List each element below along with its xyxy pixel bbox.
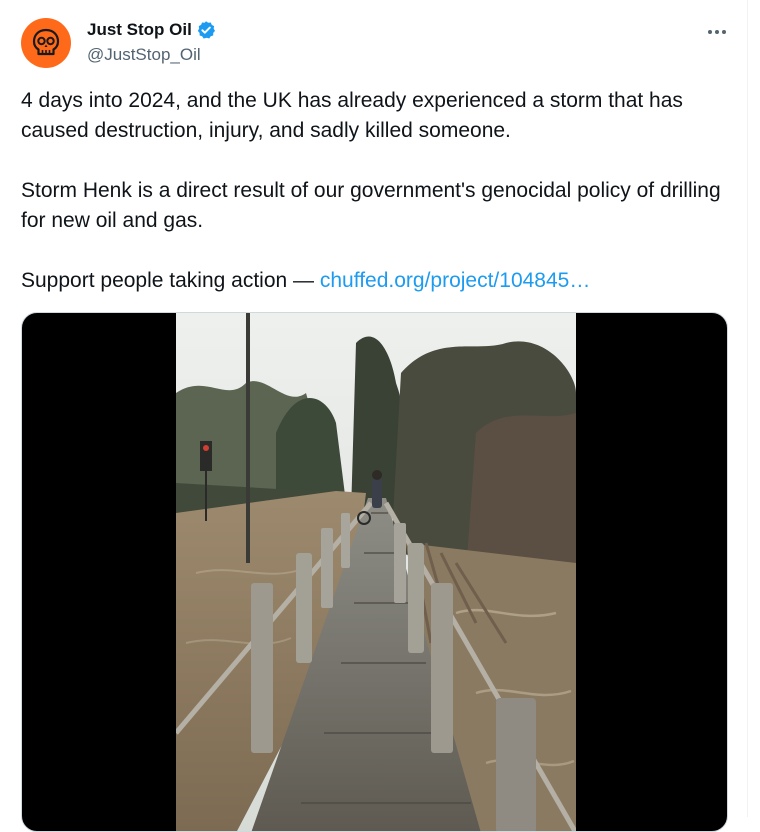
video-player[interactable]	[21, 312, 728, 832]
video-frame[interactable]	[176, 313, 576, 832]
support-text: Support people taking action —	[21, 269, 320, 292]
tweet-paragraph-2: Storm Henk is a direct result of our gov…	[21, 179, 721, 232]
author-handle[interactable]: @JustStop_Oil	[87, 45, 201, 65]
tweet-text: 4 days into 2024, and the UK has already…	[21, 86, 721, 296]
verified-badge-icon	[197, 21, 215, 39]
author-name-row[interactable]: Just Stop Oil	[87, 20, 216, 40]
tweet-card[interactable]: Just Stop Oil @JustStop_Oil 4 days into …	[0, 0, 748, 832]
chuffed-link[interactable]: chuffed.org/project/104845…	[320, 269, 590, 292]
display-name[interactable]: Just Stop Oil	[87, 20, 192, 40]
skull-icon	[32, 28, 60, 56]
avatar[interactable]	[21, 18, 71, 68]
more-options-icon	[708, 30, 726, 34]
tweet-paragraph-3: Support people taking action — chuffed.o…	[21, 266, 721, 296]
tweet-paragraph-1: 4 days into 2024, and the UK has already…	[21, 89, 683, 142]
more-options-button[interactable]	[704, 22, 730, 42]
